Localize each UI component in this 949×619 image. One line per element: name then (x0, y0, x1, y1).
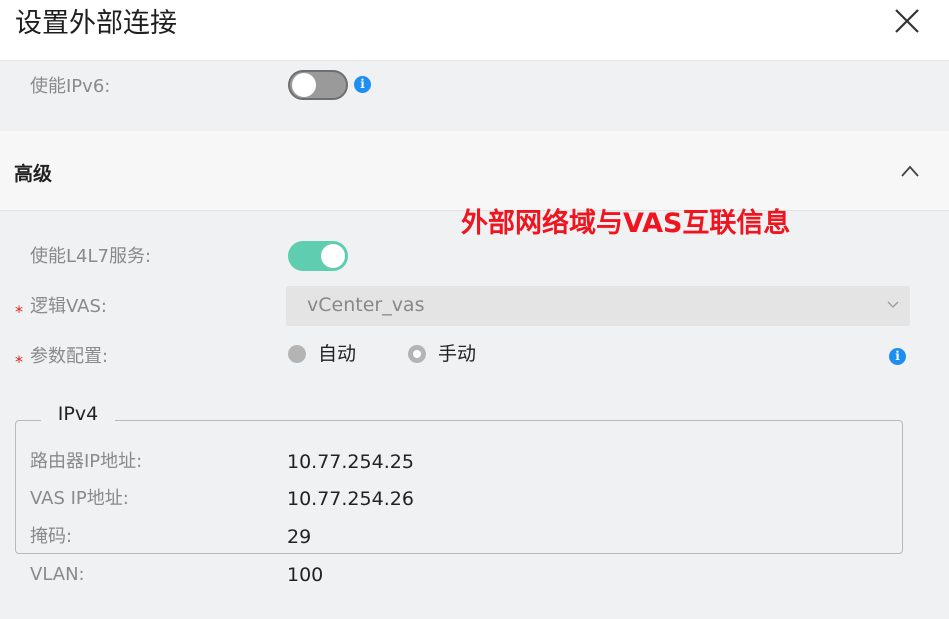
logical-vas-select[interactable]: vCenter_vas (286, 286, 910, 326)
external-connection-dialog: 设置外部连接 使能IPv6: i 高级 外部网络域与VAS互联信息 使能L4L7… (0, 0, 949, 619)
ipv4-legend: IPv4 (41, 399, 115, 429)
vlan-value: 100 (287, 564, 324, 586)
required-mark: * (15, 352, 23, 371)
required-mark: * (15, 302, 23, 321)
vlan-label: VLAN: (30, 564, 85, 585)
ipv6-label: 使能IPv6: (30, 76, 111, 97)
vas-ip-label: VAS IP地址: (30, 488, 129, 509)
radio-auto-label[interactable]: 自动 (318, 342, 356, 366)
chevron-up-icon (901, 165, 919, 177)
advanced-section-header[interactable]: 高级 (0, 131, 949, 211)
chevron-down-icon (887, 301, 899, 308)
dialog-title: 设置外部连接 (15, 8, 177, 39)
toggle-knob (321, 244, 345, 268)
radio-auto[interactable] (288, 345, 306, 363)
mask-value: 29 (287, 526, 312, 548)
info-icon[interactable]: i (354, 76, 371, 93)
dialog-header: 设置外部连接 (0, 0, 949, 61)
ipv4-fieldset (15, 420, 903, 554)
radio-manual[interactable] (408, 345, 426, 363)
radio-manual-label[interactable]: 手动 (438, 342, 476, 366)
l4l7-toggle[interactable] (288, 241, 348, 271)
logical-vas-label: 逻辑VAS: (30, 296, 107, 317)
l4l7-label: 使能L4L7服务: (30, 246, 152, 267)
router-ip-label: 路由器IP地址: (30, 451, 143, 472)
close-button[interactable] (890, 4, 924, 38)
mask-label: 掩码: (30, 526, 73, 547)
info-icon[interactable]: i (889, 348, 906, 365)
close-icon (895, 9, 919, 33)
annotation-text: 外部网络域与VAS互联信息 (461, 208, 791, 239)
ipv6-toggle[interactable] (288, 70, 348, 100)
vas-ip-value: 10.77.254.26 (287, 488, 414, 510)
logical-vas-value: vCenter_vas (307, 294, 425, 316)
router-ip-value: 10.77.254.25 (287, 451, 414, 473)
advanced-section-title: 高级 (14, 163, 53, 185)
toggle-knob (292, 73, 316, 97)
param-config-label: 参数配置: (30, 346, 109, 367)
